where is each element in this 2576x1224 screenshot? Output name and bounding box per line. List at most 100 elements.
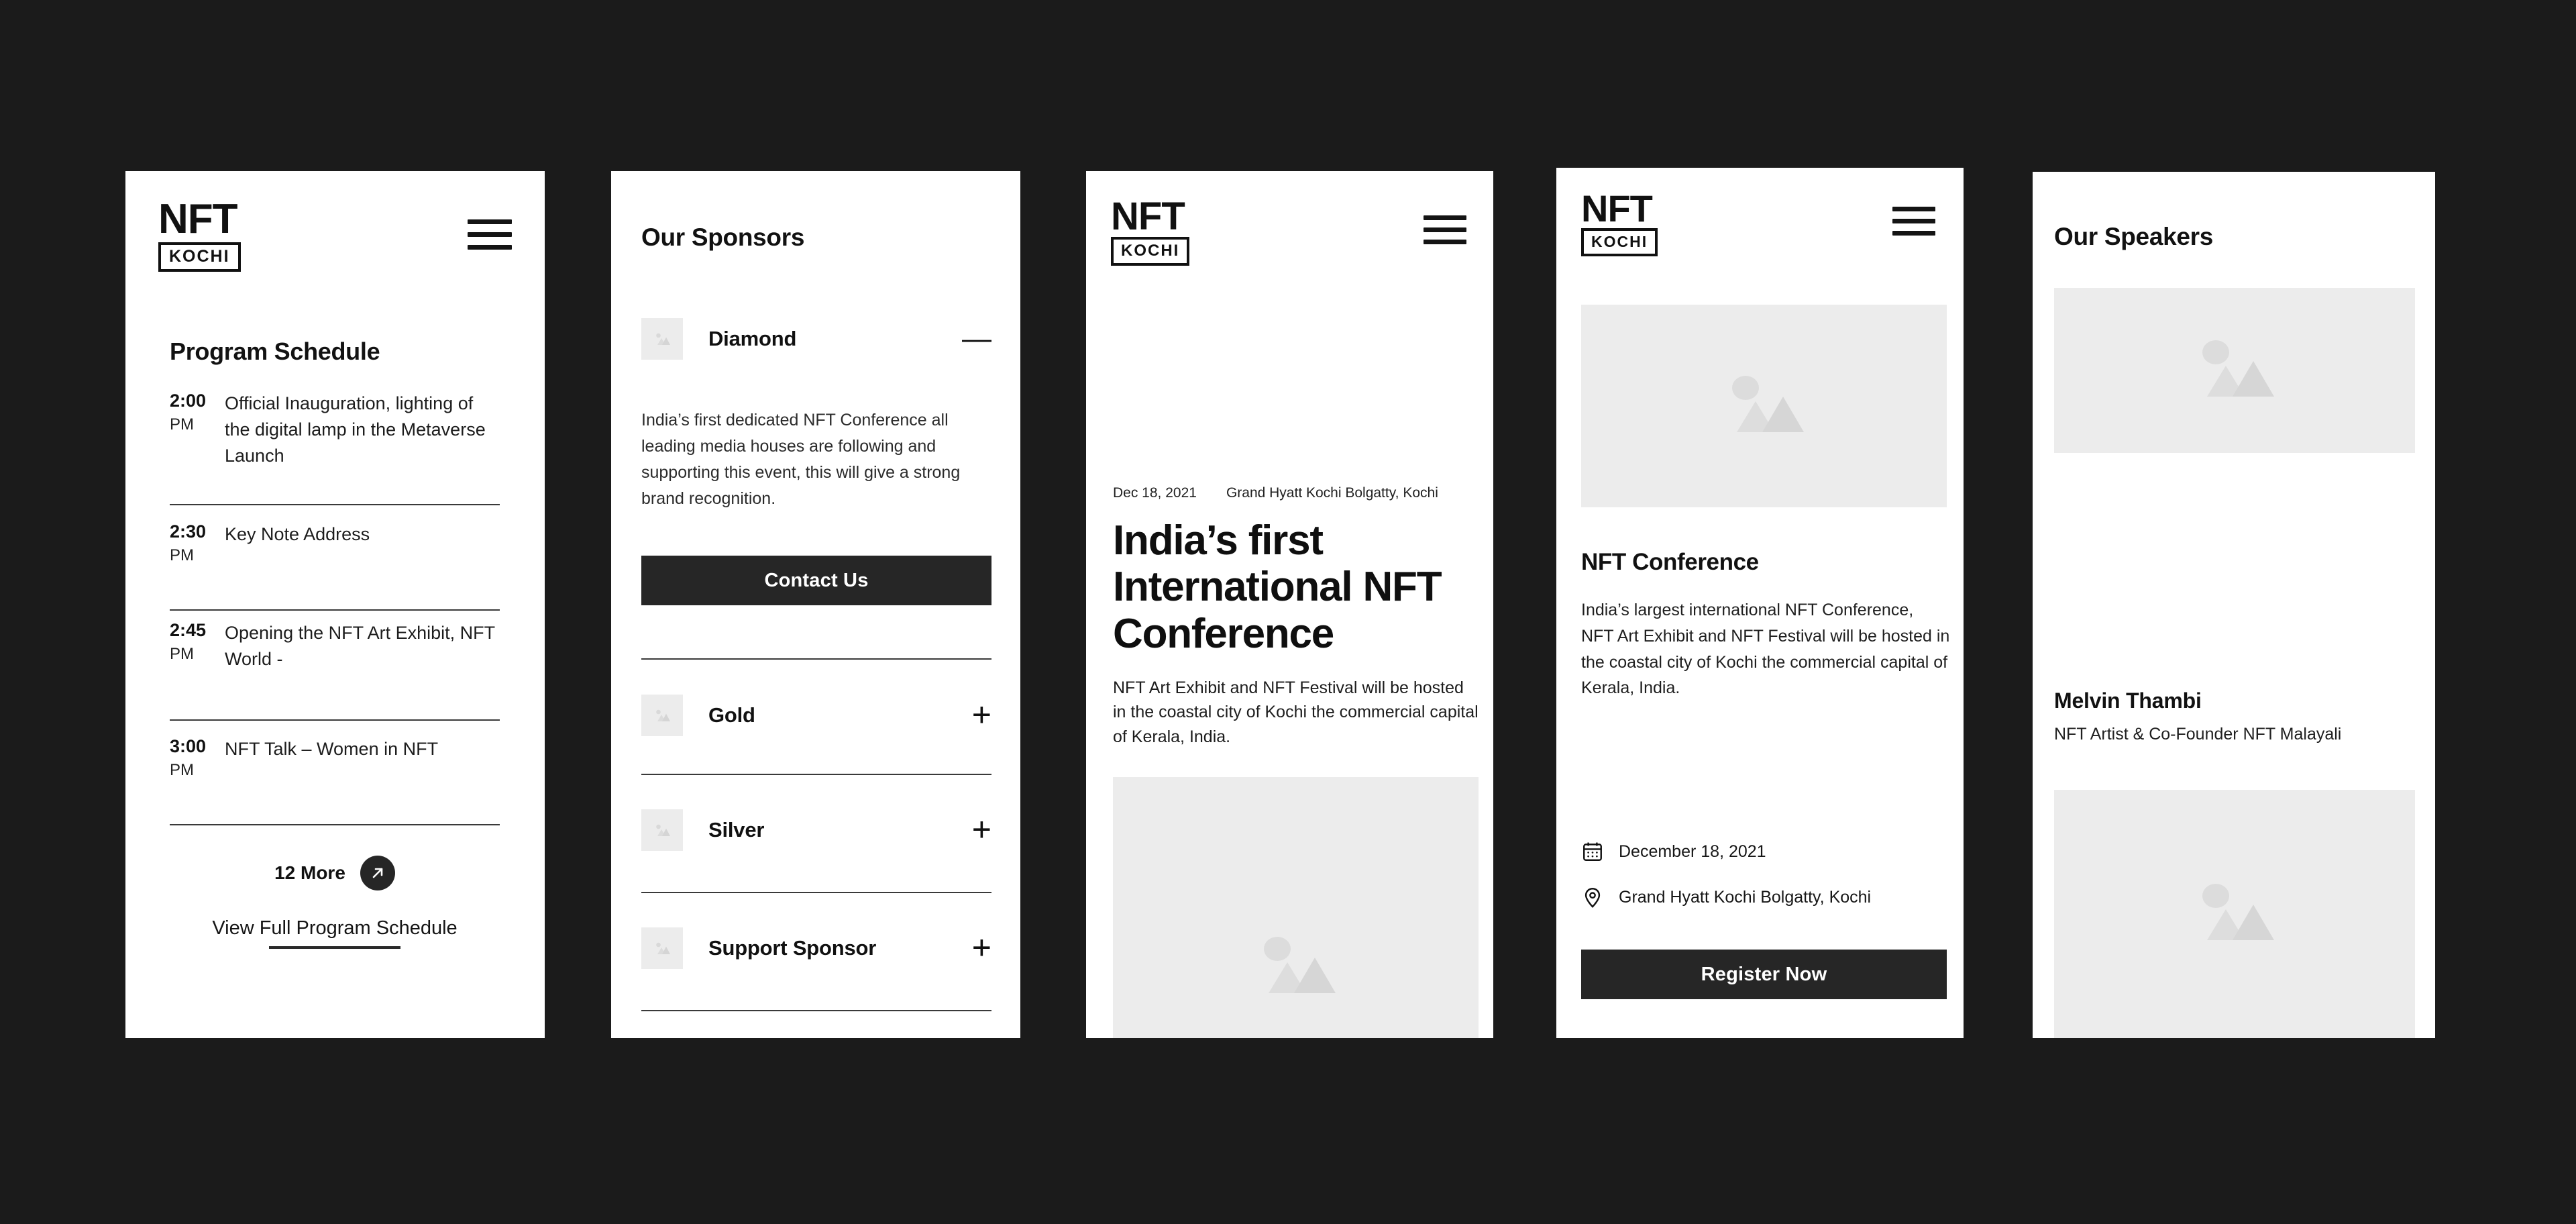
hero-image-placeholder: [1113, 777, 1479, 1038]
panel-program-schedule: NFT KOCHI Program Schedule 2:00 PM Offic…: [125, 171, 545, 1038]
brand-logo[interactable]: NFT KOCHI: [1111, 195, 1190, 266]
hero-venue: Grand Hyatt Kochi Bolgatty, Kochi: [1226, 485, 1438, 501]
divider: [641, 774, 991, 775]
schedule-title: Opening the NFT Art Exhibit, NFT World -: [225, 623, 495, 670]
schedule-time: 2:45 PM: [170, 620, 225, 664]
sponsor-tier-label: Diamond: [708, 327, 797, 350]
divider: [641, 658, 991, 660]
sponsor-tier-label: Silver: [708, 818, 765, 842]
show-more-label: 12 More: [274, 862, 345, 883]
brand-logo-nft: NFT: [158, 196, 238, 242]
card-venue-text: Grand Hyatt Kochi Bolgatty, Kochi: [1619, 887, 1872, 907]
sponsor-tier-label: Gold: [708, 703, 755, 727]
hero-title: India’s first International NFT Conferen…: [1113, 517, 1442, 657]
image-placeholder-icon: [641, 695, 683, 736]
speaker-photo-placeholder: [2054, 288, 2415, 453]
contact-us-button[interactable]: Contact Us: [641, 556, 991, 605]
brand-logo-nft: NFT: [1111, 195, 1185, 238]
panel-our-sponsors: Our Sponsors Diamond — India’s first ded…: [611, 171, 1020, 1038]
brand-logo-kochi: KOCHI: [1111, 237, 1190, 266]
sponsor-description: India’s first dedicated NFT Conference a…: [641, 411, 961, 508]
calendar-icon: [1583, 842, 1602, 861]
sponsor-tier-support[interactable]: Support Sponsor +: [641, 923, 991, 974]
schedule-time-ampm: PM: [170, 546, 194, 565]
divider: [641, 892, 991, 893]
image-glyph: [656, 333, 670, 345]
divider: [170, 609, 500, 611]
sponsor-tier-diamond[interactable]: Diamond —: [641, 313, 991, 364]
image-placeholder-icon: [1263, 936, 1336, 993]
schedule-time-value: 2:00: [170, 391, 207, 411]
sponsors-title: Our Sponsors: [641, 223, 805, 251]
brand-logo[interactable]: NFT KOCHI: [158, 196, 241, 272]
schedule-time: 2:30 PM: [170, 521, 225, 565]
image-placeholder-icon: [641, 809, 683, 851]
card-body-text: India’s largest international NFT Confer…: [1581, 601, 1950, 698]
schedule-row[interactable]: 3:00 PM NFT Talk – Women in NFT: [170, 736, 500, 780]
plus-icon[interactable]: +: [972, 699, 991, 731]
hamburger-menu-icon[interactable]: [1424, 215, 1466, 244]
image-placeholder-icon: [1731, 376, 1804, 432]
image-placeholder-icon: [641, 318, 683, 360]
screenshot-canvas: NFT KOCHI Program Schedule 2:00 PM Offic…: [0, 0, 2576, 1224]
page-title: Program Schedule: [170, 338, 380, 365]
card-date-row: December 18, 2021: [1581, 840, 1766, 863]
arrow-up-right-icon: [360, 856, 395, 890]
schedule-time-value: 2:30: [170, 521, 207, 542]
speakers-title: Our Speakers: [2054, 223, 2214, 250]
hero-subtitle: NFT Art Exhibit and NFT Festival will be…: [1113, 678, 1479, 746]
card-image-placeholder: [1581, 305, 1947, 507]
hero-meta: Dec 18, 2021 Grand Hyatt Kochi Bolgatty,…: [1113, 485, 1468, 501]
schedule-time-ampm: PM: [170, 761, 194, 780]
hamburger-menu-icon[interactable]: [1892, 207, 1935, 236]
schedule-time: 3:00 PM: [170, 736, 225, 780]
hamburger-menu-icon[interactable]: [468, 219, 512, 250]
view-full-schedule-label: View Full Program Schedule: [212, 917, 458, 939]
schedule-row[interactable]: 2:00 PM Official Inauguration, lighting …: [170, 391, 500, 469]
show-more-button[interactable]: 12 More: [170, 856, 500, 890]
card-date-text: December 18, 2021: [1619, 842, 1766, 861]
schedule-title: NFT Talk – Women in NFT: [225, 739, 439, 759]
sponsor-tier-silver[interactable]: Silver +: [641, 805, 991, 856]
panel-conference-card: NFT KOCHI NFT Conference India’s largest…: [1556, 168, 1964, 1038]
schedule-time-value: 2:45: [170, 620, 207, 640]
image-placeholder-icon: [2202, 884, 2274, 940]
plus-icon[interactable]: +: [972, 931, 991, 964]
divider: [170, 504, 500, 505]
panel-our-speakers: Our Speakers Melvin Thambi NFT Artist & …: [2033, 172, 2435, 1038]
divider: [170, 824, 500, 825]
schedule-title: Key Note Address: [225, 524, 370, 544]
location-pin-icon: [1585, 888, 1601, 908]
brand-logo-kochi: KOCHI: [158, 242, 241, 272]
speaker-photo-placeholder: [2054, 790, 2415, 1038]
image-placeholder-icon: [641, 927, 683, 969]
image-glyph: [656, 709, 670, 721]
link-underline: [269, 946, 400, 949]
schedule-time-ampm: PM: [170, 645, 194, 664]
register-now-button[interactable]: Register Now: [1581, 950, 1947, 999]
sponsor-tier-gold[interactable]: Gold +: [641, 690, 991, 741]
divider: [170, 719, 500, 721]
schedule-time: 2:00 PM: [170, 391, 225, 434]
schedule-row[interactable]: 2:45 PM Opening the NFT Art Exhibit, NFT…: [170, 620, 500, 672]
sponsor-tier-label: Support Sponsor: [708, 936, 877, 960]
speaker-name: Melvin Thambi: [2054, 688, 2202, 713]
image-glyph: [656, 824, 670, 836]
brand-logo-nft: NFT: [1581, 187, 1653, 230]
speaker-role: NFT Artist & Co-Founder NFT Malayali: [2054, 725, 2342, 744]
card-title: NFT Conference: [1581, 549, 1759, 575]
image-placeholder-icon: [2202, 340, 2274, 397]
plus-icon[interactable]: +: [972, 813, 991, 846]
schedule-time-ampm: PM: [170, 415, 194, 434]
schedule-row[interactable]: 2:30 PM Key Note Address: [170, 521, 500, 565]
panel-hero: NFT KOCHI Dec 18, 2021 Grand Hyatt Kochi…: [1086, 171, 1493, 1038]
schedule-title: Official Inauguration, lighting of the d…: [225, 393, 486, 466]
card-venue-row: Grand Hyatt Kochi Bolgatty, Kochi: [1581, 886, 1871, 909]
schedule-time-value: 3:00: [170, 736, 207, 756]
brand-logo[interactable]: NFT KOCHI: [1581, 187, 1658, 257]
divider: [641, 1010, 991, 1011]
view-full-schedule-link[interactable]: View Full Program Schedule: [170, 917, 500, 949]
image-glyph: [656, 942, 670, 954]
hero-date: Dec 18, 2021: [1113, 485, 1197, 501]
minus-icon[interactable]: —: [962, 323, 991, 354]
